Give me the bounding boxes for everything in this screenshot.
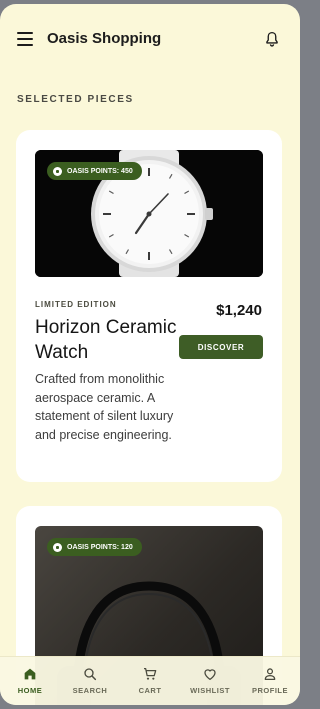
nav-profile[interactable]: PROFILE xyxy=(240,657,300,705)
product-description: Crafted from monolithic aerospace cerami… xyxy=(35,372,174,442)
home-icon xyxy=(24,668,36,680)
nav-label: CART xyxy=(138,686,162,695)
nav-wishlist[interactable]: WISHLIST xyxy=(180,657,240,705)
points-label: OASIS POINTS: 120 xyxy=(67,543,133,551)
heart-icon xyxy=(204,669,216,680)
menu-icon[interactable] xyxy=(17,32,33,46)
nav-label: WISHLIST xyxy=(190,686,230,695)
discover-button[interactable]: DISCOVER xyxy=(179,335,263,359)
points-label: OASIS POINTS: 450 xyxy=(67,167,133,175)
product-card[interactable]: OASIS POINTS: 450 LIMITED EDITION Horizo… xyxy=(16,130,282,482)
points-badge: OASIS POINTS: 120 xyxy=(47,538,142,556)
nav-search[interactable]: SEARCH xyxy=(60,657,120,705)
nav-cart[interactable]: CART xyxy=(120,657,180,705)
nav-label: HOME xyxy=(17,686,43,695)
search-icon xyxy=(84,668,97,681)
points-icon xyxy=(53,542,62,552)
person-icon xyxy=(264,668,276,680)
edition-label: LIMITED EDITION xyxy=(35,300,117,309)
product-image-watch[interactable]: OASIS POINTS: 450 xyxy=(35,150,263,277)
notification-bell-icon[interactable] xyxy=(263,30,281,48)
app-bar: Oasis Shopping xyxy=(0,4,300,76)
nav-label: PROFILE xyxy=(251,686,288,695)
nav-home[interactable]: HOME xyxy=(0,657,60,705)
points-badge: OASIS POINTS: 450 xyxy=(47,162,142,180)
product-name[interactable]: Horizon Ceramic Watch xyxy=(35,315,185,365)
bottom-navigation: HOME SEARCH CART WISHLIST PROFILE xyxy=(0,656,300,705)
points-icon xyxy=(53,166,62,176)
app-screen: Oasis Shopping SELECTED PIECES OASIS POI… xyxy=(0,4,300,705)
app-title: Oasis Shopping xyxy=(47,30,162,47)
section-title: SELECTED PIECES xyxy=(17,94,134,105)
cart-icon xyxy=(144,668,157,680)
product-price: $1,240 xyxy=(216,302,262,319)
nav-label: SEARCH xyxy=(72,686,108,695)
